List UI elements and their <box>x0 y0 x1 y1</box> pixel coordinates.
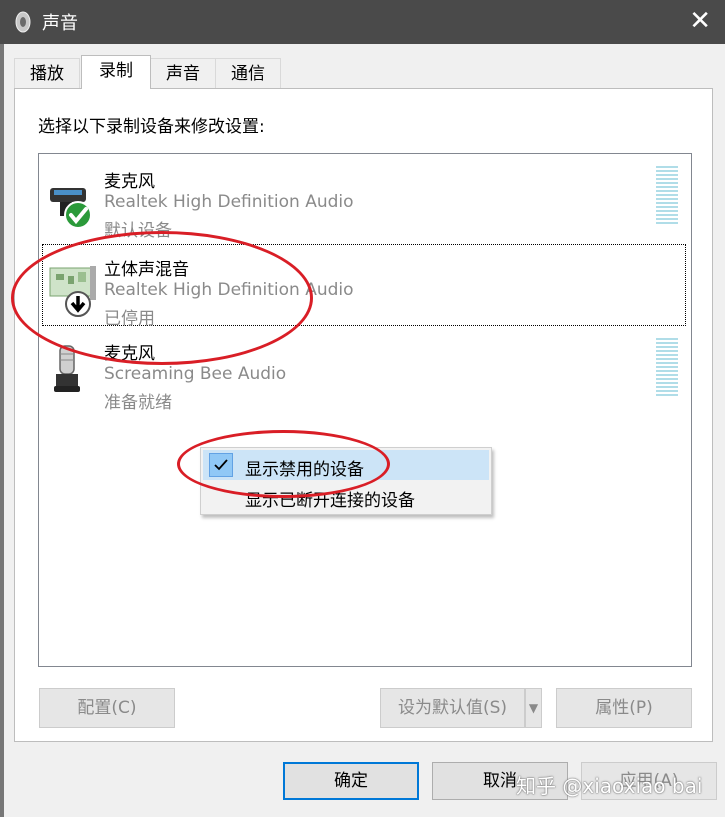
device-list[interactable]: 麦克风 Realtek High Definition Audio 默认设备 立… <box>38 153 692 667</box>
device-status: 准备就绪 <box>104 393 172 413</box>
stereo-mix-disabled-icon <box>49 266 96 317</box>
device-name: 麦克风 <box>104 344 155 364</box>
device-item[interactable]: 麦克风 Screaming Bee Audio 准备就绪 <box>42 328 686 413</box>
menu-item-label: 显示禁用的设备 <box>245 460 364 480</box>
window-title: 声音 <box>42 13 78 34</box>
device-driver: Screaming Bee Audio <box>104 364 287 384</box>
tab-playback[interactable]: 播放 <box>14 58 80 88</box>
microphone-icon <box>54 345 80 392</box>
context-menu: 显示禁用的设备 显示已断开连接的设备 <box>200 447 492 515</box>
device-status: 已停用 <box>104 309 155 329</box>
level-meter <box>656 338 678 396</box>
set-default-button[interactable]: 设为默认值(S) <box>380 688 525 728</box>
device-name: 立体声混音 <box>104 260 189 280</box>
microphone-default-icon <box>50 188 92 229</box>
chevron-down-icon: ▼ <box>528 701 539 715</box>
properties-button[interactable]: 属性(P) <box>556 688 692 728</box>
device-status: 默认设备 <box>104 221 172 241</box>
title-bar: 声音 ✕ <box>0 0 725 44</box>
speaker-icon <box>15 11 31 33</box>
tab-recording[interactable]: 录制 <box>81 55 151 89</box>
instruction-text: 选择以下录制设备来修改设置: <box>38 117 265 137</box>
device-item[interactable]: 麦克风 Realtek High Definition Audio 默认设备 <box>42 156 686 241</box>
close-icon[interactable]: ✕ <box>689 6 711 36</box>
set-default-dropdown[interactable]: ▼ <box>525 688 542 728</box>
menu-item-label: 显示已断开连接的设备 <box>245 491 415 511</box>
device-name: 麦克风 <box>104 172 155 192</box>
device-driver: Realtek High Definition Audio <box>104 192 354 212</box>
background-strip <box>0 44 4 817</box>
check-icon <box>209 453 233 477</box>
configure-button[interactable]: 配置(C) <box>39 688 175 728</box>
level-meter <box>656 166 678 224</box>
tab-communications[interactable]: 通信 <box>215 58 281 88</box>
device-item-selected[interactable]: 立体声混音 Realtek High Definition Audio 已停用 <box>42 244 686 329</box>
device-driver: Realtek High Definition Audio <box>104 280 354 300</box>
menu-item-show-disabled[interactable]: 显示禁用的设备 <box>203 450 489 480</box>
watermark: 知乎 @xiaoxiao bai <box>516 774 703 798</box>
tab-sounds[interactable]: 声音 <box>148 58 218 88</box>
menu-item-show-disconnected[interactable]: 显示已断开连接的设备 <box>203 481 489 511</box>
ok-button[interactable]: 确定 <box>283 762 419 800</box>
